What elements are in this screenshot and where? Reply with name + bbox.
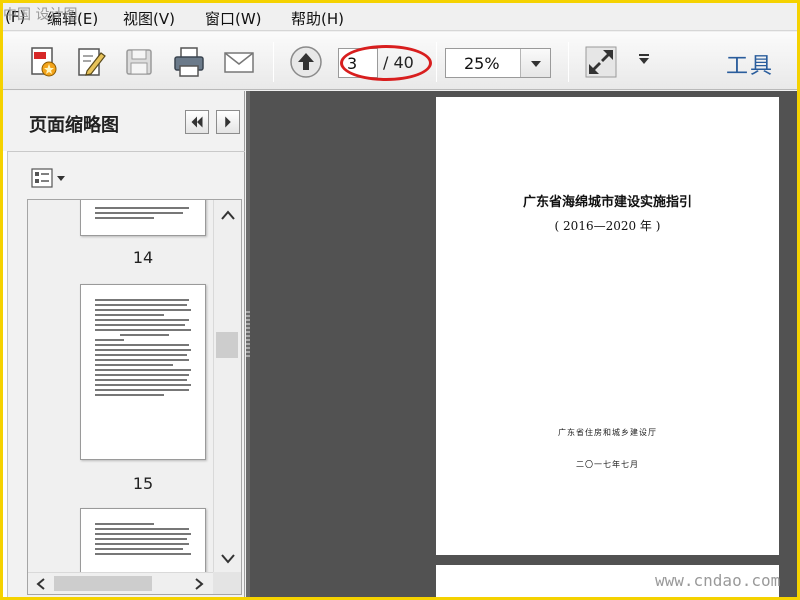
page-up-icon [290,46,322,78]
save-icon [126,49,152,75]
watermark-top-left: 中国 设计图 [3,7,78,23]
tools-button[interactable]: 工具 [726,48,774,80]
panel-edge [3,151,8,597]
chevron-down-icon[interactable] [220,552,236,566]
chevron-right-icon[interactable] [192,577,206,591]
thumbnail-page-15[interactable] [80,284,206,460]
document-years: ( 2016—2020 年 ) [554,219,661,233]
thumbnail-options-button[interactable] [30,167,70,189]
edit-sign-button[interactable] [73,44,109,80]
email-icon [224,52,254,73]
print-icon [174,47,204,77]
toolbar-separator [568,42,569,82]
thumbnail-list[interactable]: 14 15 [27,199,242,595]
chevron-right-icon [225,116,231,128]
zoom-dropdown-button[interactable] [520,49,550,77]
zoom-select[interactable]: 25% [445,48,551,78]
thumbnail-viewport: 14 15 [28,200,213,572]
expand-panel-button[interactable] [216,110,240,134]
list-options-icon [31,168,65,188]
previous-page-button[interactable] [288,44,324,80]
menu-help[interactable]: 帮助(H) [291,8,344,29]
thumbnail-text [95,299,193,399]
document-view[interactable]: 广东省海绵城市建设实施指引 ( 2016—2020 年 ) 广东省住房和城乡建设… [250,91,797,597]
reader-window: (F) 编辑(E) 视图(V) 窗口(W) 帮助(H) 中国 设计图 3 / 4… [3,3,797,597]
scroll-corner [213,572,241,594]
print-button[interactable] [171,44,207,80]
chevron-left-icon[interactable] [34,577,48,591]
document-date: 二〇一七年七月 [576,460,639,469]
document-page: 广东省海绵城市建设实施指引 ( 2016—2020 年 ) 广东省住房和城乡建设… [436,97,779,555]
thumbnail-text [95,207,193,222]
toolbar-separator [436,42,437,82]
thumbnail-page-16[interactable] [80,508,206,572]
chevron-down-icon [531,61,541,67]
double-chevron-left-icon [191,116,203,128]
vertical-scrollbar[interactable] [213,200,241,572]
thumbnail-panel: 页面缩略图 14 15 [3,91,245,597]
toolbar-separator [273,42,274,82]
edit-sign-icon [78,48,106,76]
thumbnail-page-number: 14 [132,248,154,267]
panel-title: 页面缩略图 [29,115,119,136]
thumbnail-page-14[interactable] [80,200,206,236]
expand-icon [585,46,617,78]
scrollbar-thumb[interactable] [216,332,238,358]
watermark-bottom-right: www.cndao.com [655,571,781,590]
thumbnail-page-number: 15 [132,474,154,493]
create-pdf-icon [31,47,57,77]
save-button[interactable] [121,44,157,80]
menu-window[interactable]: 窗口(W) [205,8,262,29]
horizontal-scrollbar[interactable] [28,572,213,594]
highlight-annotation [340,45,432,81]
menu-bar: (F) 编辑(E) 视图(V) 窗口(W) 帮助(H) 中国 设计图 [3,3,797,31]
collapse-panel-button[interactable] [185,110,209,134]
panel-divider [8,151,245,152]
zoom-value: 25% [464,54,500,73]
toolbar: / 40 25% 工具 [3,32,797,90]
document-organization: 广东省住房和城乡建设厅 [558,428,657,437]
fullscreen-button[interactable] [583,44,619,80]
thumbnail-text [95,523,193,558]
scrollbar-thumb[interactable] [54,576,152,591]
email-button[interactable] [221,44,257,80]
menu-view[interactable]: 视图(V) [123,8,175,29]
more-tools-icon[interactable] [639,54,649,64]
document-title: 广东省海绵城市建设实施指引 [522,195,692,210]
create-pdf-button[interactable] [25,44,61,80]
chevron-up-icon[interactable] [220,208,236,222]
